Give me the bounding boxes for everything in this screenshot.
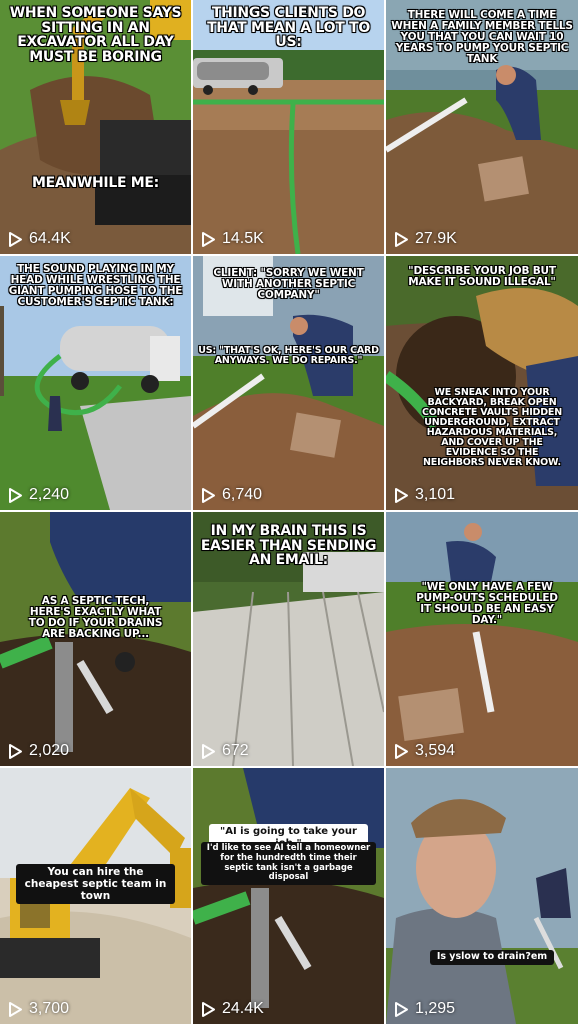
view-count: 2,240 (8, 486, 69, 504)
video-tile-1[interactable]: WHEN SOMEONE SAYS SITTING IN AN EXCAVATO… (0, 0, 191, 254)
video-grid: WHEN SOMEONE SAYS SITTING IN AN EXCAVATO… (0, 0, 578, 1024)
play-icon (9, 487, 22, 503)
video-caption-secondary: US: "THAT'S OK, HERE'S OUR CARD ANYWAYS.… (198, 345, 379, 366)
video-caption: "DESCRIBE YOUR JOB BUT MAKE IT SOUND ILL… (408, 265, 556, 289)
video-caption: THERE WILL COME A TIME WHEN A FAMILY MEM… (391, 9, 573, 66)
view-count: 3,101 (394, 486, 455, 504)
view-count: 64.4K (8, 230, 71, 248)
video-tile-8[interactable]: IN MY BRAIN THIS IS EASIER THAN SENDING … (193, 512, 384, 766)
video-thumbnail-12 (386, 768, 578, 1024)
video-tile-3[interactable]: THERE WILL COME A TIME WHEN A FAMILY MEM… (386, 0, 578, 254)
play-icon (202, 487, 215, 503)
view-count: 27.9K (394, 230, 457, 248)
video-caption: THINGS CLIENTS DO THAT MEAN A LOT TO US: (207, 5, 370, 51)
view-count: 3,700 (8, 1000, 69, 1018)
video-tile-9[interactable]: "WE ONLY HAVE A FEW PUMP-OUTS SCHEDULED … (386, 512, 578, 766)
video-caption: CLIENT: "SORRY WE WENT WITH ANOTHER SEPT… (213, 267, 364, 302)
play-icon (9, 231, 22, 247)
view-count-label: 24.4K (222, 1000, 264, 1017)
video-thumbnail-6 (386, 256, 578, 510)
video-tile-11[interactable]: "AI is going to take your job." I'd like… (193, 768, 384, 1024)
view-count: 1,295 (394, 1000, 455, 1018)
view-count-label: 672 (222, 742, 249, 759)
video-tile-4[interactable]: THE SOUND PLAYING IN MY HEAD WHILE WREST… (0, 256, 191, 510)
play-icon (395, 487, 408, 503)
video-caption: WHEN SOMEONE SAYS SITTING IN AN EXCAVATO… (9, 5, 182, 66)
video-caption-secondary: I'd like to see AI tell a homeowner for … (201, 842, 376, 886)
view-count-label: 6,740 (222, 486, 263, 503)
view-count-label: 2,240 (29, 486, 70, 503)
video-tile-5[interactable]: CLIENT: "SORRY WE WENT WITH ANOTHER SEPT… (193, 256, 384, 510)
play-icon (395, 231, 408, 247)
view-count: 24.4K (201, 1000, 264, 1018)
video-caption: You can hire the cheapest septic team in… (16, 864, 175, 905)
video-caption-secondary: MEANWHILE ME: (32, 175, 159, 191)
view-count-label: 2,020 (29, 742, 70, 759)
view-count-label: 14.5K (222, 230, 264, 247)
video-caption: IN MY BRAIN THIS IS EASIER THAN SENDING … (200, 523, 377, 569)
video-tile-10[interactable]: You can hire the cheapest septic team in… (0, 768, 191, 1024)
video-caption: AS A SEPTIC TECH, HERE'S EXACTLY WHAT TO… (28, 595, 163, 641)
view-count: 6,740 (201, 486, 262, 504)
video-caption: "WE ONLY HAVE A FEW PUMP-OUTS SCHEDULED … (416, 581, 558, 627)
play-icon (9, 1001, 22, 1017)
video-tile-2[interactable]: THINGS CLIENTS DO THAT MEAN A LOT TO US:… (193, 0, 384, 254)
view-count-label: 1,295 (415, 1000, 456, 1017)
video-caption: THE SOUND PLAYING IN MY HEAD WHILE WREST… (8, 263, 183, 309)
view-count-label: 27.9K (415, 230, 457, 247)
view-count: 14.5K (201, 230, 264, 248)
view-count-label: 64.4K (29, 230, 71, 247)
play-icon (395, 1001, 408, 1017)
video-tile-6[interactable]: "DESCRIBE YOUR JOB BUT MAKE IT SOUND ILL… (386, 256, 578, 510)
play-icon (202, 231, 215, 247)
video-tile-7[interactable]: AS A SEPTIC TECH, HERE'S EXACTLY WHAT TO… (0, 512, 191, 766)
play-icon (395, 743, 408, 759)
view-count-label: 3,700 (29, 1000, 70, 1017)
video-caption-secondary: WE SNEAK INTO YOUR BACKYARD, BREAK OPEN … (422, 387, 562, 468)
video-tile-12[interactable]: Is yslow to drain?em 1,295 (386, 768, 578, 1024)
play-icon (9, 743, 22, 759)
play-icon (202, 1001, 215, 1017)
view-count: 672 (201, 742, 249, 760)
view-count-label: 3,101 (415, 486, 456, 503)
view-count: 3,594 (394, 742, 455, 760)
video-thumbnail-11 (193, 768, 384, 1024)
video-thumbnail-9 (386, 512, 578, 766)
view-count-label: 3,594 (415, 742, 456, 759)
play-icon (202, 743, 215, 759)
video-caption: Is yslow to drain?em (430, 950, 554, 965)
view-count: 2,020 (8, 742, 69, 760)
